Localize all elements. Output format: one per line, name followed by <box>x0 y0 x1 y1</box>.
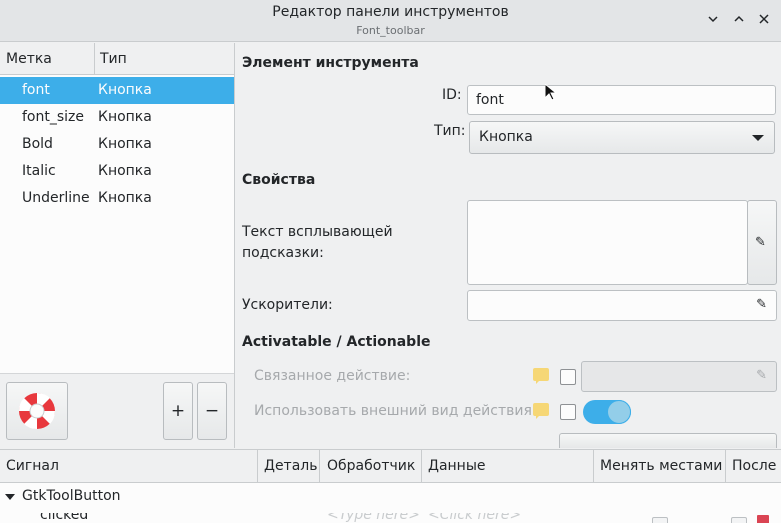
expander-icon[interactable] <box>5 492 15 502</box>
signal-data[interactable]: <Click here> <box>428 513 521 523</box>
tooltip-label-line1: Текст всплывающей <box>242 224 393 240</box>
row-type: Кнопка <box>98 136 152 152</box>
table-row[interactable]: Underline Кнопка <box>0 185 234 212</box>
add-item-button[interactable]: + <box>163 382 193 440</box>
use-action-appearance-checkbox[interactable] <box>560 404 576 420</box>
id-label: ID: <box>442 87 462 103</box>
delete-icon[interactable] <box>757 515 769 523</box>
section-title-item: Элемент инструмента <box>242 55 419 71</box>
column-header-after[interactable]: После <box>732 458 776 474</box>
translatable-comment-icon[interactable] <box>533 403 549 419</box>
section-title-actionable: Activatable / Actionable <box>242 334 431 350</box>
row-type: Кнопка <box>98 82 152 98</box>
signals-table-header: Сигнал Деталь Обработчик Данные Менять м… <box>0 450 781 483</box>
type-select[interactable]: Кнопка <box>469 121 775 154</box>
pencil-icon: ✎ <box>755 235 766 250</box>
signal-row[interactable]: clicked <Type here> <Click here> <box>0 513 781 523</box>
signal-group-name: GtkToolButton <box>22 488 121 504</box>
accelerators-label: Ускорители: <box>242 297 333 313</box>
column-header-detail[interactable]: Деталь <box>264 458 317 474</box>
close-button[interactable] <box>755 12 773 30</box>
id-input-value: font <box>476 92 504 108</box>
section-title-properties: Свойства <box>242 172 316 188</box>
related-action-label: Связанное действие: <box>254 368 411 384</box>
table-row[interactable]: font_size Кнопка <box>0 104 234 131</box>
partial-field[interactable] <box>559 433 777 448</box>
tooltip-edit-button[interactable]: ✎ <box>747 200 777 285</box>
column-separator <box>319 450 320 483</box>
dropdown-arrow-icon <box>752 135 764 141</box>
id-input[interactable]: font <box>467 85 776 115</box>
column-separator <box>257 450 258 483</box>
tooltip-label-line2: подсказки: <box>242 245 324 261</box>
chevron-up-icon <box>734 15 744 22</box>
row-type: Кнопка <box>98 163 152 179</box>
row-label: Underline <box>22 190 90 206</box>
column-header-label[interactable]: Метка <box>6 51 52 67</box>
related-action-input[interactable]: ✎ <box>581 361 777 392</box>
minimize-button[interactable] <box>704 12 722 30</box>
items-table-header: Метка Тип <box>0 43 234 75</box>
chevron-down-icon <box>708 16 718 23</box>
translatable-comment-icon[interactable] <box>533 368 549 384</box>
row-type: Кнопка <box>98 190 152 206</box>
item-editor: Элемент инструмента ID: font Тип: Кнопка… <box>236 43 781 448</box>
related-action-checkbox[interactable] <box>560 369 576 385</box>
pointer-icon <box>545 84 557 101</box>
table-row[interactable]: Bold Кнопка <box>0 131 234 158</box>
after-checkbox[interactable] <box>731 517 747 523</box>
column-header-swap[interactable]: Менять местами <box>600 458 722 474</box>
row-label: font <box>22 82 50 98</box>
table-row[interactable]: font Кнопка <box>0 77 234 104</box>
column-separator <box>593 450 594 483</box>
table-row[interactable]: Italic Кнопка <box>0 158 234 185</box>
maximize-button[interactable] <box>730 12 748 30</box>
column-header-type[interactable]: Тип <box>100 51 127 67</box>
accelerators-input[interactable]: ✎ <box>467 290 777 321</box>
column-header-data[interactable]: Данные <box>428 458 486 474</box>
column-separator <box>94 43 95 75</box>
close-icon <box>759 14 769 24</box>
column-separator <box>421 450 422 483</box>
help-button[interactable] <box>6 382 68 440</box>
column-header-signal[interactable]: Сигнал <box>6 458 59 474</box>
use-action-appearance-label: Использовать внешний вид действия: <box>254 403 537 419</box>
column-separator <box>725 450 726 483</box>
switch-knob <box>607 400 631 424</box>
swap-checkbox[interactable] <box>652 517 668 523</box>
pencil-icon[interactable]: ✎ <box>756 368 767 383</box>
pencil-icon[interactable]: ✎ <box>756 297 767 312</box>
column-header-handler[interactable]: Обработчик <box>327 458 415 474</box>
window-titlebar: Редактор панели инструментов Font_toolba… <box>0 0 781 42</box>
signal-name: clicked <box>40 513 89 523</box>
lifebuoy-icon <box>18 392 56 430</box>
type-select-value: Кнопка <box>479 129 533 145</box>
window-title: Редактор панели инструментов <box>272 4 509 20</box>
tooltip-textarea[interactable] <box>467 200 748 285</box>
signal-group-row[interactable]: GtkToolButton <box>0 488 781 508</box>
row-label: font_size <box>22 109 85 125</box>
row-label: Bold <box>22 136 53 152</box>
items-toolbar: + − <box>0 373 234 448</box>
window-subtitle: Font_toolbar <box>356 24 425 37</box>
signals-panel: Сигнал Деталь Обработчик Данные Менять м… <box>0 449 781 523</box>
row-type: Кнопка <box>98 109 152 125</box>
items-panel: Метка Тип font Кнопка font_size Кнопка B… <box>0 43 235 448</box>
use-action-appearance-switch[interactable] <box>583 400 631 424</box>
signal-handler[interactable]: <Type here> <box>327 513 420 523</box>
type-label: Тип: <box>434 123 466 139</box>
row-label: Italic <box>22 163 56 179</box>
remove-item-button[interactable]: − <box>197 382 227 440</box>
